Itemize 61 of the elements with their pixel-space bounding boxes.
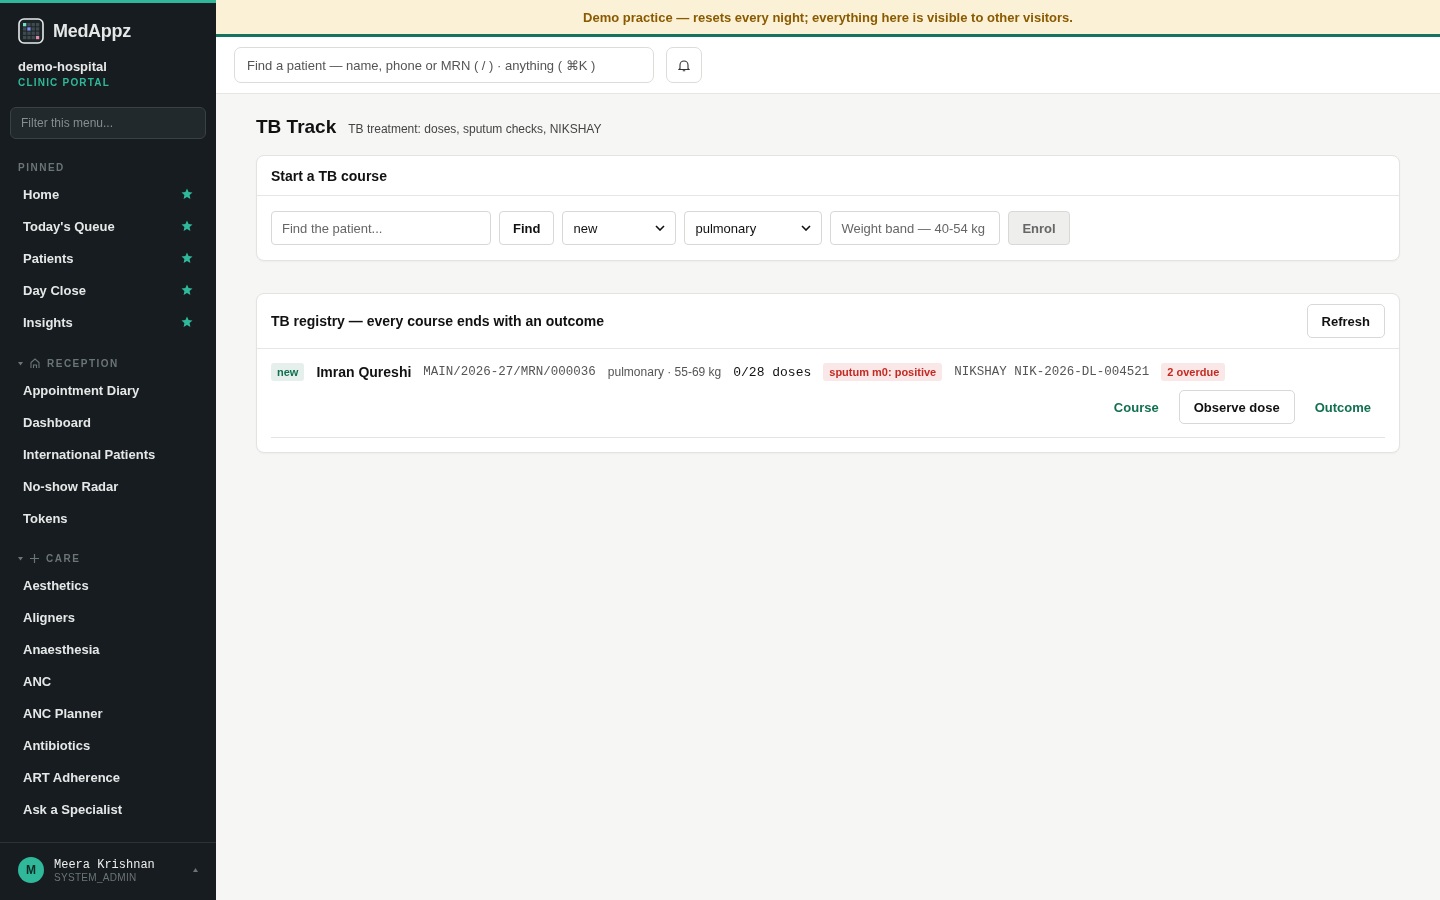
card-title: Start a TB course xyxy=(271,167,387,184)
section-title: PINNED xyxy=(18,162,65,173)
refresh-button[interactable]: Refresh xyxy=(1306,304,1385,338)
filter-field[interactable]: Filter this menu... xyxy=(10,107,206,139)
dropdown[interactable]: new xyxy=(562,211,677,245)
mrn-text: MAIN/2026-27/MRN/000036 xyxy=(423,365,596,379)
sidebar-item[interactable]: Dashboard xyxy=(10,406,206,438)
portal-label: CLINIC PORTAL xyxy=(17,76,112,88)
plus-icon xyxy=(29,553,40,564)
sidebar-item[interactable]: Anaesthesia xyxy=(10,633,206,665)
page-subtitle: TB treatment: doses, sputum checks, NIKSHAY xyxy=(348,122,602,136)
sidebar-item[interactable]: Aesthetics xyxy=(10,569,206,601)
avatar: M xyxy=(18,857,44,883)
user-role: SYSTEM_ADMIN xyxy=(54,871,138,883)
patient-field[interactable]: Find the patient... xyxy=(271,211,491,245)
sidebar-item[interactable]: Appointment Diary xyxy=(10,374,206,406)
page-title: TB Track xyxy=(256,116,337,138)
sidebar-item[interactable]: Tokens xyxy=(10,502,206,534)
caret-icon[interactable] xyxy=(18,360,23,366)
status-badge: 2 overdue xyxy=(1161,363,1226,381)
sidebar-item[interactable]: No-show Radar xyxy=(10,470,206,502)
section-title: RECEPTION xyxy=(47,357,119,369)
card-title: TB registry — every course ends with an outcome xyxy=(271,313,604,329)
sidebar-item[interactable]: Today's Queue xyxy=(10,210,206,242)
house-icon xyxy=(29,357,41,369)
status-badge: sputum m0: positive xyxy=(823,363,943,381)
sidebar-item[interactable]: Home xyxy=(10,178,206,210)
nikshay-id: NIKSHAY NIK-2026-DL-004521 xyxy=(954,365,1150,379)
patient-search-field[interactable]: Find a patient — name, phone or MRN ( / ) · anything ( ⌘K ) xyxy=(234,47,654,83)
chevron-icon xyxy=(655,225,666,231)
section-title: CARE xyxy=(46,553,81,564)
sidebar-item[interactable]: Antibiotics xyxy=(10,729,206,761)
site-weight-text: pulmonary · 55-69 kg xyxy=(607,365,722,379)
sidebar-item[interactable]: ART Adherence xyxy=(10,761,206,793)
doses-text: 0/28 doses xyxy=(733,364,812,380)
link[interactable]: Course xyxy=(1099,390,1173,424)
caret-icon[interactable] xyxy=(193,868,198,872)
org-name: demo-hospital xyxy=(17,58,108,74)
sidebar-item[interactable]: Ask a Specialist xyxy=(10,793,206,825)
weight-band-field[interactable]: Weight band — 40-54 kg xyxy=(830,211,1001,245)
bell-icon xyxy=(678,58,690,72)
chevron-icon xyxy=(801,225,812,231)
caret-icon[interactable] xyxy=(18,556,23,561)
brand-name: MedAppz xyxy=(53,20,131,42)
demo-notice-text: Demo practice — resets every night; everything here is visible to other visitors. xyxy=(583,10,1073,25)
logo-icon xyxy=(18,18,44,44)
user-name: Meera Krishnan xyxy=(54,857,155,872)
sidebar-item[interactable]: Aligners xyxy=(10,601,206,633)
sidebar-item[interactable]: ANC xyxy=(10,665,206,697)
find-button[interactable]: Find xyxy=(499,211,555,245)
action-button[interactable]: Observe dose xyxy=(1178,390,1295,424)
sidebar-item[interactable]: Day Close xyxy=(10,274,206,306)
dropdown[interactable]: pulmonary xyxy=(684,211,823,245)
sidebar-item[interactable]: International Patients xyxy=(10,438,206,470)
patient-name: Imran Qureshi xyxy=(316,364,412,380)
sidebar-item[interactable]: Insights xyxy=(10,306,206,338)
notifications-button[interactable] xyxy=(666,47,702,83)
sidebar-item[interactable]: Patients xyxy=(10,242,206,274)
link[interactable]: Outcome xyxy=(1300,390,1385,424)
sidebar-item[interactable]: ANC Planner xyxy=(10,697,206,729)
status-badge: new xyxy=(271,363,305,381)
